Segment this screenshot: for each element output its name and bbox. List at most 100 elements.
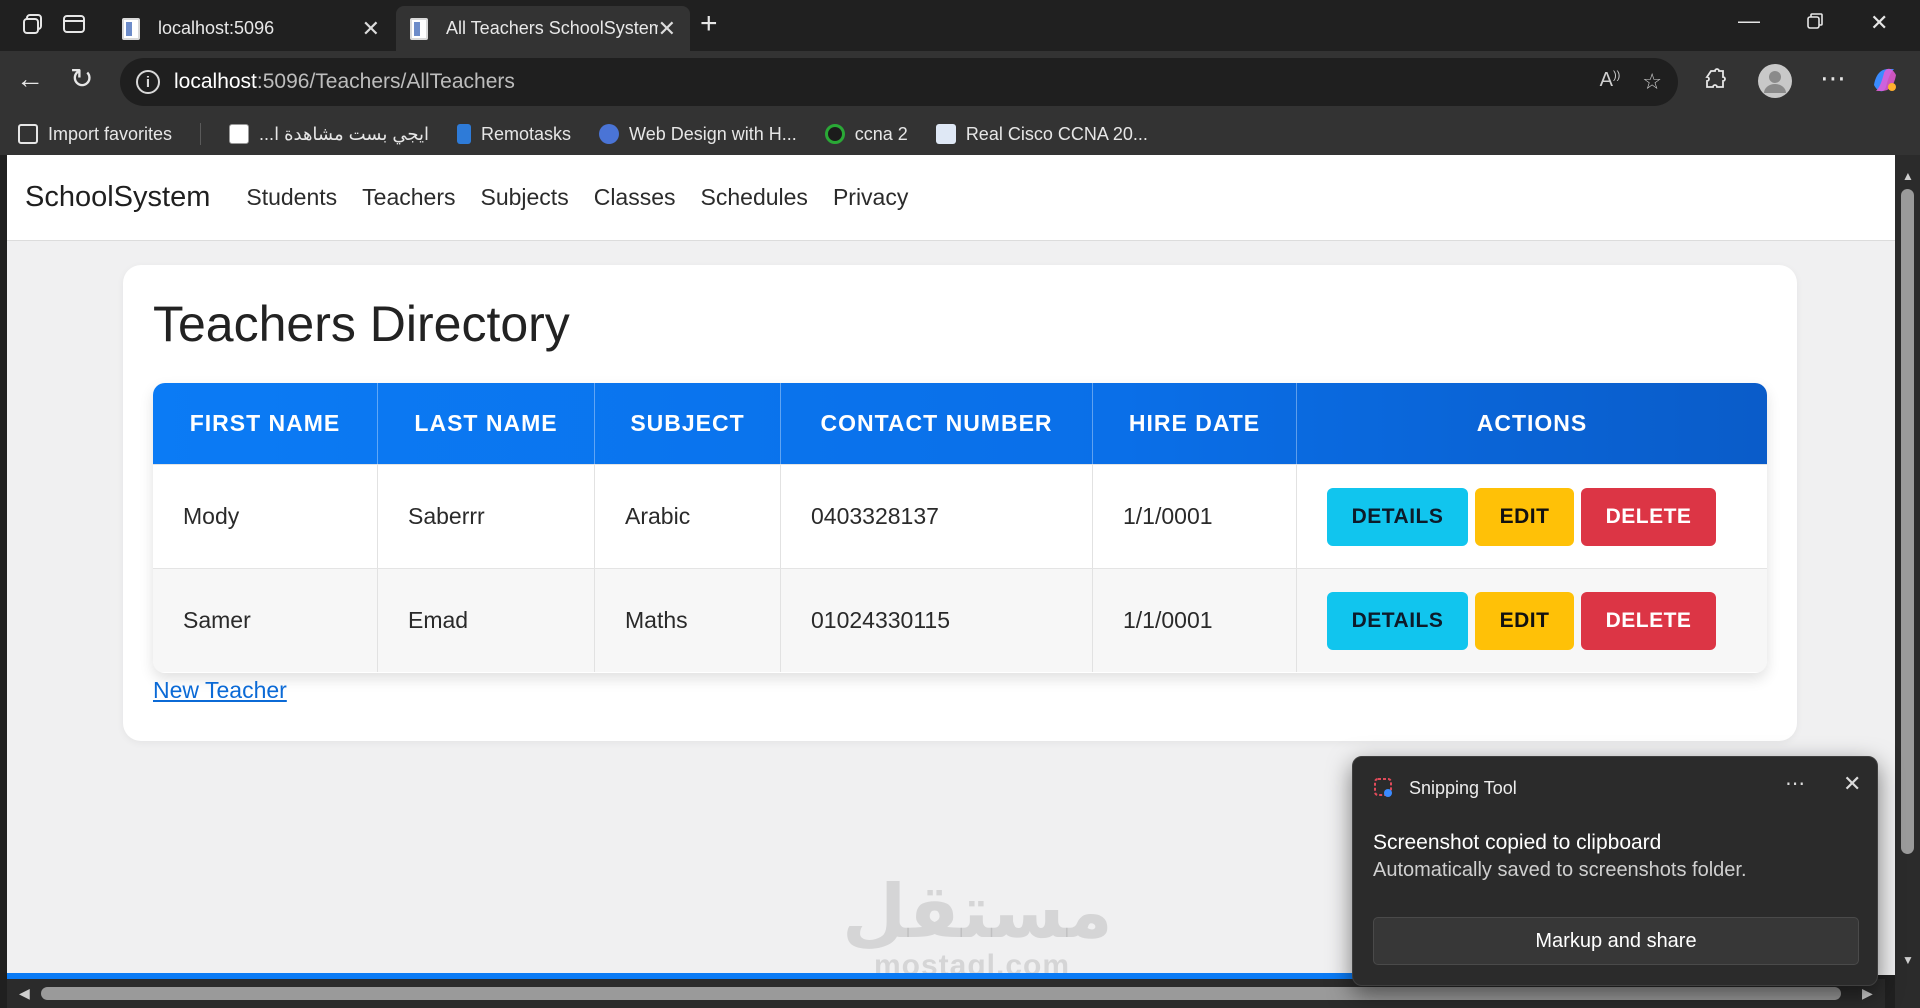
refresh-icon[interactable]: ↻ xyxy=(70,65,93,93)
markup-and-share-button[interactable]: Markup and share xyxy=(1373,917,1859,965)
cell-last-name: Saberrr xyxy=(378,465,595,568)
cell-hire-date: 1/1/0001 xyxy=(1093,569,1297,672)
favorite-label: Remotasks xyxy=(481,123,572,144)
toast-app-name: Snipping Tool xyxy=(1409,777,1517,798)
wordpress-icon xyxy=(599,124,620,144)
snipping-tool-notification: Snipping Tool ⋯ ✕ Screenshot copied to c… xyxy=(1352,756,1878,986)
address-toolbar: ← ↻ i localhost:5096/Teachers/AllTeacher… xyxy=(0,51,1920,113)
tab-title: localhost:5096 xyxy=(158,18,275,38)
column-header-actions: ACTIONS xyxy=(1476,410,1588,436)
tab-title: All Teachers SchoolSystem xyxy=(446,18,658,38)
horizontal-scroll-thumb[interactable] xyxy=(41,987,1841,1000)
favorite-real-cisco[interactable]: Real Cisco CCNA 20... xyxy=(935,123,1148,145)
remotasks-icon xyxy=(457,124,471,144)
vertical-scrollbar[interactable]: ▲ ▼ xyxy=(1895,155,1920,1008)
cell-actions: DETAILS EDIT DELETE xyxy=(1297,569,1767,672)
column-header-contact-number: CONTACT NUMBER xyxy=(781,383,1093,464)
close-icon[interactable]: ✕ xyxy=(658,16,676,42)
nav-schedules[interactable]: Schedules xyxy=(701,184,808,211)
toast-close-icon[interactable]: ✕ xyxy=(1843,771,1861,797)
cell-contact-number: 0403328137 xyxy=(781,465,1093,568)
page-icon xyxy=(410,17,428,40)
toast-title: Screenshot copied to clipboard xyxy=(1373,831,1662,854)
new-teacher-link[interactable]: New Teacher xyxy=(153,677,287,704)
close-icon[interactable]: ✕ xyxy=(362,16,380,42)
nav-privacy[interactable]: Privacy xyxy=(833,184,908,211)
cell-first-name: Samer xyxy=(153,569,378,672)
more-options-icon[interactable]: ⋯ xyxy=(1820,65,1846,91)
watermark-arabic: مستقل xyxy=(842,870,1113,953)
workspaces-icon[interactable] xyxy=(22,12,46,40)
details-button[interactable]: DETAILS xyxy=(1327,591,1468,650)
tab-all-teachers[interactable]: All Teachers SchoolSystem ✕ xyxy=(396,6,690,51)
cell-last-name: Emad xyxy=(378,569,595,672)
favorite-label: Real Cisco CCNA 20... xyxy=(965,123,1148,144)
column-header-last-name: LAST NAME xyxy=(378,383,595,464)
toast-app-header: Snipping Tool xyxy=(1373,777,1517,799)
url-host: localhost xyxy=(174,70,257,93)
scroll-right-arrow-icon[interactable]: ▶ xyxy=(1862,985,1873,1002)
nav-teachers[interactable]: Teachers xyxy=(362,184,455,211)
address-bar[interactable]: i localhost:5096/Teachers/AllTeachers A)… xyxy=(120,58,1678,106)
page-icon xyxy=(122,17,140,40)
site-info-icon[interactable]: i xyxy=(136,70,160,94)
minimize-icon[interactable]: — xyxy=(1738,10,1760,32)
extensions-icon[interactable] xyxy=(1702,67,1728,97)
cisco-icon xyxy=(935,124,956,144)
read-aloud-icon[interactable]: A)) xyxy=(1600,69,1621,95)
url-path: :5096/Teachers/AllTeachers xyxy=(256,70,515,93)
favorite-egybest[interactable]: ...ايجي بست مشاهدة ا xyxy=(229,124,429,145)
tab-actions-icon[interactable] xyxy=(62,12,86,40)
cell-hire-date: 1/1/0001 xyxy=(1093,465,1297,568)
table-header: FIRST NAME LAST NAME SUBJECT CONTACT NUM… xyxy=(153,383,1767,464)
nav-subjects[interactable]: Subjects xyxy=(480,184,568,211)
favorite-web-design[interactable]: Web Design with H... xyxy=(599,124,797,145)
snipping-tool-icon xyxy=(1373,777,1395,799)
favorite-star-icon[interactable]: ☆ xyxy=(1642,69,1662,95)
favorite-label: ccna 2 xyxy=(854,123,908,144)
watermark-latin: mostaql.com xyxy=(873,949,1071,975)
favorite-remotasks[interactable]: Remotasks xyxy=(457,124,571,145)
tab-localhost[interactable]: localhost:5096 ✕ xyxy=(108,6,394,51)
nav-students[interactable]: Students xyxy=(246,184,337,211)
ccna-icon xyxy=(824,124,845,144)
copilot-icon[interactable] xyxy=(1870,65,1900,99)
favorite-label: Web Design with H... xyxy=(629,123,797,144)
new-tab-icon[interactable]: + xyxy=(700,9,718,39)
cell-first-name: Mody xyxy=(153,465,378,568)
divider xyxy=(200,123,202,145)
favorite-ccna2[interactable]: ccna 2 xyxy=(824,123,908,145)
edit-button[interactable]: EDIT xyxy=(1475,591,1574,650)
site-navbar: SchoolSystem Students Teachers Subjects … xyxy=(7,155,1895,241)
delete-button[interactable]: DELETE xyxy=(1581,591,1716,650)
back-arrow-icon[interactable]: ← xyxy=(16,65,44,93)
profile-avatar-icon[interactable] xyxy=(1758,64,1792,102)
column-header-hire-date: HIRE DATE xyxy=(1093,383,1297,464)
favorite-label: ...ايجي بست مشاهدة ا xyxy=(259,123,429,144)
site-brand[interactable]: SchoolSystem xyxy=(25,181,210,214)
nav-classes[interactable]: Classes xyxy=(594,184,676,211)
egybest-icon xyxy=(229,124,250,144)
teachers-table: FIRST NAME LAST NAME SUBJECT CONTACT NUM… xyxy=(153,383,1767,673)
table-row: Mody Saberrr Arabic 0403328137 1/1/0001 … xyxy=(153,464,1767,568)
scroll-up-arrow-icon[interactable]: ▲ xyxy=(1902,169,1914,183)
scroll-left-arrow-icon[interactable]: ◀ xyxy=(19,985,30,1002)
restore-icon[interactable] xyxy=(1806,12,1824,34)
details-button[interactable]: DETAILS xyxy=(1327,487,1468,546)
vertical-scroll-thumb[interactable] xyxy=(1901,189,1914,854)
toast-more-icon[interactable]: ⋯ xyxy=(1785,771,1805,796)
scroll-down-arrow-icon[interactable]: ▼ xyxy=(1902,953,1914,967)
cell-actions: DETAILS EDIT DELETE xyxy=(1297,465,1767,568)
import-favorites-icon xyxy=(18,124,38,144)
teachers-card: Teachers Directory FIRST NAME LAST NAME … xyxy=(123,265,1797,741)
window-close-icon[interactable]: ✕ xyxy=(1870,12,1888,34)
page-title: Teachers Directory xyxy=(153,296,570,352)
favorite-import[interactable]: Import favorites xyxy=(18,124,172,145)
column-header-subject: SUBJECT xyxy=(595,383,781,464)
edit-button[interactable]: EDIT xyxy=(1475,487,1574,546)
cell-contact-number: 01024330115 xyxy=(781,569,1093,672)
toast-subtitle: Automatically saved to screenshots folde… xyxy=(1373,859,1747,881)
browser-tab-bar: localhost:5096 ✕ All Teachers SchoolSyst… xyxy=(0,0,1920,51)
cell-subject: Arabic xyxy=(595,465,781,568)
delete-button[interactable]: DELETE xyxy=(1581,487,1716,546)
